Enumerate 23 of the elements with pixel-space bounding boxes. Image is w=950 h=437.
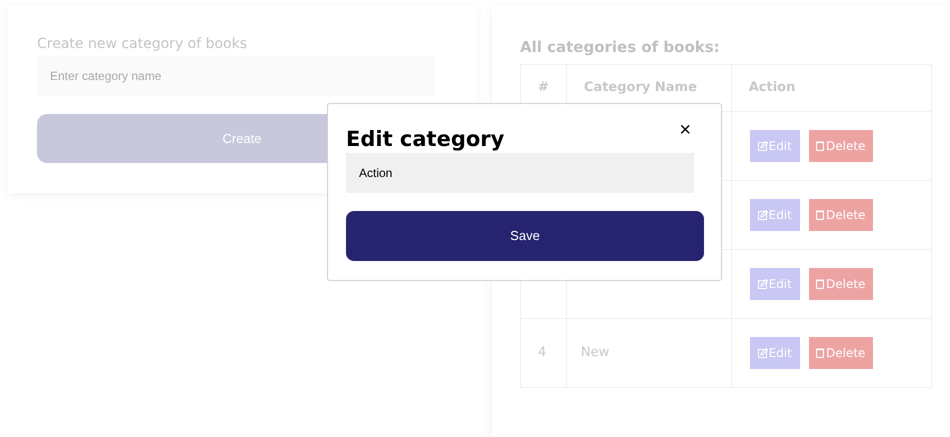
trash-icon — [816, 279, 824, 289]
form-label: Create new category of books — [37, 35, 248, 52]
delete-button[interactable]: Delete — [808, 337, 873, 369]
save-button[interactable]: Save — [346, 211, 704, 261]
edit-icon — [758, 210, 768, 220]
trash-icon — [816, 141, 824, 151]
column-header: # — [538, 80, 549, 96]
edit-button[interactable]: Edit — [750, 199, 800, 231]
trash-icon — [816, 348, 824, 358]
edit-icon — [758, 348, 768, 358]
delete-button[interactable]: Delete — [808, 268, 873, 300]
category-name-input[interactable]: Enter category name — [37, 56, 435, 96]
close-button[interactable]: × — [679, 118, 691, 142]
section-title: All categories of books: — [520, 37, 721, 56]
edit-button[interactable]: Edit — [750, 268, 800, 300]
edit-icon — [758, 279, 768, 289]
delete-button[interactable]: Delete — [808, 130, 873, 162]
trash-icon — [816, 210, 824, 220]
category-name-input[interactable]: Action — [346, 153, 694, 193]
edit-icon — [758, 141, 768, 151]
edit-button[interactable]: Edit — [750, 337, 800, 369]
delete-button[interactable]: Delete — [808, 199, 873, 231]
edit-button[interactable]: Edit — [750, 130, 800, 162]
